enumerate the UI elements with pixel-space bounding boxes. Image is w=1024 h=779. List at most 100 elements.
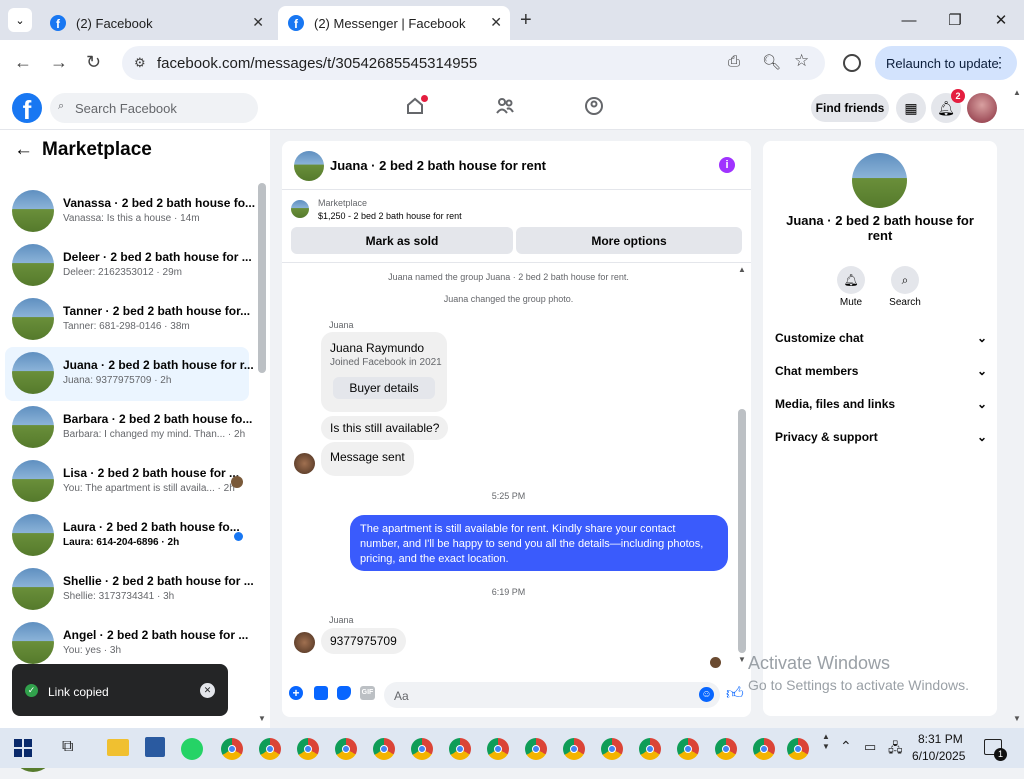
account-avatar[interactable] — [967, 93, 997, 123]
start-button[interactable] — [14, 739, 32, 757]
groups-icon[interactable] — [584, 96, 604, 119]
find-friends-button[interactable]: Find friends — [811, 94, 889, 122]
chat-title[interactable]: Juana · 2 bed 2 bath house for rent — [330, 158, 546, 173]
listing-thumbnail[interactable] — [291, 200, 309, 218]
clock-time[interactable]: 8:31 PM — [918, 732, 963, 746]
conversation-item[interactable]: Angel · 2 bed 2 bath house for ... You: y… — [5, 617, 249, 671]
zoom-icon[interactable]: 🔍︎ — [762, 53, 781, 71]
close-tab-icon[interactable]: ✕ — [252, 14, 264, 31]
tab-messenger[interactable]: f (2) Messenger | Facebook ✕ — [278, 6, 510, 40]
mute-button[interactable]: 🔔︎ — [837, 266, 865, 294]
conversation-item[interactable]: Shellie · 2 bed 2 bath house for ... Shel… — [5, 563, 254, 617]
chrome-taskbar-icon[interactable] — [297, 738, 319, 760]
show-hidden-icons[interactable]: ⌃ — [840, 738, 852, 755]
conversation-item[interactable]: Deleer · 2 bed 2 bath house for ... Delee… — [5, 239, 252, 293]
reload-button[interactable]: ↻ — [86, 52, 101, 73]
maximize-button[interactable]: ❐ — [932, 0, 978, 40]
close-toast-button[interactable]: ✕ — [200, 683, 215, 698]
chrome-taskbar-icon[interactable] — [601, 738, 623, 760]
chrome-taskbar-icon[interactable] — [411, 738, 433, 760]
search-button[interactable]: ⌕ — [891, 266, 919, 294]
chrome-taskbar-icon[interactable] — [221, 738, 243, 760]
close-tab-icon[interactable]: ✕ — [490, 14, 502, 31]
listing-price[interactable]: $1,250 - 2 bed 2 bath house for rent — [318, 211, 462, 221]
address-bar[interactable]: ⚙ facebook.com/messages/t/30542685545314… — [122, 46, 825, 80]
facebook-search-input[interactable]: ⌕ Search Facebook — [50, 93, 258, 123]
chrome-taskbar-icon[interactable] — [787, 738, 809, 760]
app-icon[interactable] — [145, 737, 165, 757]
chrome-taskbar-icon[interactable] — [715, 738, 737, 760]
forward-button[interactable]: → — [50, 52, 68, 73]
whatsapp-icon[interactable] — [181, 738, 203, 760]
profile-icon[interactable] — [843, 54, 861, 72]
conversation-item[interactable]: Barbara · 2 bed 2 bath house fo... Barbar… — [5, 401, 252, 455]
chrome-taskbar-icon[interactable] — [449, 738, 471, 760]
left-scroll-down-icon[interactable]: ▼ — [258, 714, 266, 723]
chat-avatar[interactable] — [294, 151, 324, 181]
add-icon[interactable]: + — [289, 686, 303, 700]
tray-expand-icon[interactable]: ▲ ▼ — [822, 732, 830, 752]
facebook-logo-icon[interactable]: f — [12, 93, 42, 123]
customize-chat-section[interactable]: Customize chat ⌄ — [775, 331, 987, 345]
network-icon[interactable]: 🖧︎ — [888, 739, 903, 761]
back-button[interactable]: ← — [14, 52, 32, 73]
more-options-button[interactable]: More options — [516, 227, 742, 254]
tab-facebook[interactable]: f (2) Facebook ✕ — [40, 6, 272, 40]
home-icon[interactable] — [405, 95, 428, 116]
task-view-icon[interactable]: ⧉ — [62, 738, 73, 756]
chrome-taskbar-icon[interactable] — [563, 738, 585, 760]
message-input[interactable]: Aa ☺ — [384, 682, 720, 708]
chrome-taskbar-icon[interactable] — [335, 738, 357, 760]
menu-grid-button[interactable]: ▦ — [896, 93, 926, 123]
message-bubble[interactable]: 9377975709 — [321, 628, 406, 654]
group-photo[interactable] — [852, 153, 907, 208]
friends-icon[interactable] — [495, 96, 515, 119]
install-app-icon[interactable]: ⎙ — [728, 53, 740, 70]
tab-search-dropdown[interactable]: ⌄ — [8, 8, 32, 32]
file-explorer-icon[interactable] — [107, 739, 129, 756]
close-window-button[interactable]: ✕ — [978, 0, 1024, 40]
info-icon[interactable]: i — [719, 157, 735, 173]
gif-icon[interactable]: GIF — [360, 686, 375, 700]
chrome-taskbar-icon[interactable] — [639, 738, 661, 760]
minimize-button[interactable]: — — [886, 0, 932, 40]
conversation-item[interactable]: Lisa · 2 bed 2 bath house for ... You: Th… — [5, 455, 249, 509]
chrome-taskbar-icon[interactable] — [677, 738, 699, 760]
chrome-taskbar-icon[interactable] — [753, 738, 775, 760]
mark-as-sold-button[interactable]: Mark as sold — [291, 227, 513, 254]
emoji-icon[interactable]: ☺ — [699, 687, 714, 702]
meet-now-icon[interactable]: ▭ — [864, 739, 876, 755]
outgoing-message-bubble[interactable]: The apartment is still available for ren… — [350, 515, 728, 571]
notifications-button[interactable]: 🔔︎ 2 — [931, 89, 965, 123]
back-arrow-icon[interactable]: ← — [14, 139, 33, 161]
chrome-taskbar-icon[interactable] — [525, 738, 547, 760]
media-files-links-section[interactable]: Media, files and links ⌄ — [775, 397, 987, 411]
chrome-taskbar-icon[interactable] — [259, 738, 281, 760]
scrollbar[interactable] — [258, 183, 266, 373]
new-tab-button[interactable]: + — [520, 9, 532, 32]
relaunch-button[interactable]: Relaunch to update ⋮ — [875, 46, 1017, 80]
conversation-item[interactable]: Vanassa · 2 bed 2 bath house fo... Vanass… — [5, 185, 255, 239]
scrollbar[interactable] — [738, 409, 746, 653]
message-bubble[interactable]: Message sent — [321, 442, 414, 476]
conversation-item[interactable]: Laura · 2 bed 2 bath house fo... Laura: 6… — [5, 509, 249, 563]
gallery-icon[interactable] — [314, 686, 328, 700]
sticker-icon[interactable] — [337, 686, 351, 700]
clock-date[interactable]: 6/10/2025 — [912, 749, 965, 763]
conversation-item[interactable]: Juana · 2 bed 2 bath house for r... Juana… — [5, 347, 254, 401]
site-info-icon[interactable]: ⚙ — [134, 55, 146, 71]
scroll-down-arrow-icon[interactable]: ▼ — [738, 655, 746, 664]
buyer-details-button[interactable]: Buyer details — [333, 377, 435, 399]
message-bubble[interactable]: Is this still available? — [321, 416, 449, 440]
page-scroll-up-icon[interactable]: ▲ — [1013, 88, 1021, 97]
conversation-item[interactable]: Tanner · 2 bed 2 bath house for... Tanner… — [5, 293, 250, 347]
scroll-up-arrow-icon[interactable]: ▲ — [738, 265, 746, 274]
thumbs-up-icon[interactable]: 👍︎ — [726, 683, 744, 704]
menu-dots-icon[interactable]: ⋮ — [993, 54, 1007, 71]
chrome-taskbar-icon[interactable] — [373, 738, 395, 760]
page-scroll-down-icon[interactable]: ▼ — [1013, 714, 1021, 723]
bookmark-star-icon[interactable]: ☆ — [794, 51, 809, 71]
chat-members-section[interactable]: Chat members ⌄ — [775, 364, 987, 378]
privacy-support-section[interactable]: Privacy & support ⌄ — [775, 430, 987, 444]
chrome-taskbar-icon[interactable] — [487, 738, 509, 760]
